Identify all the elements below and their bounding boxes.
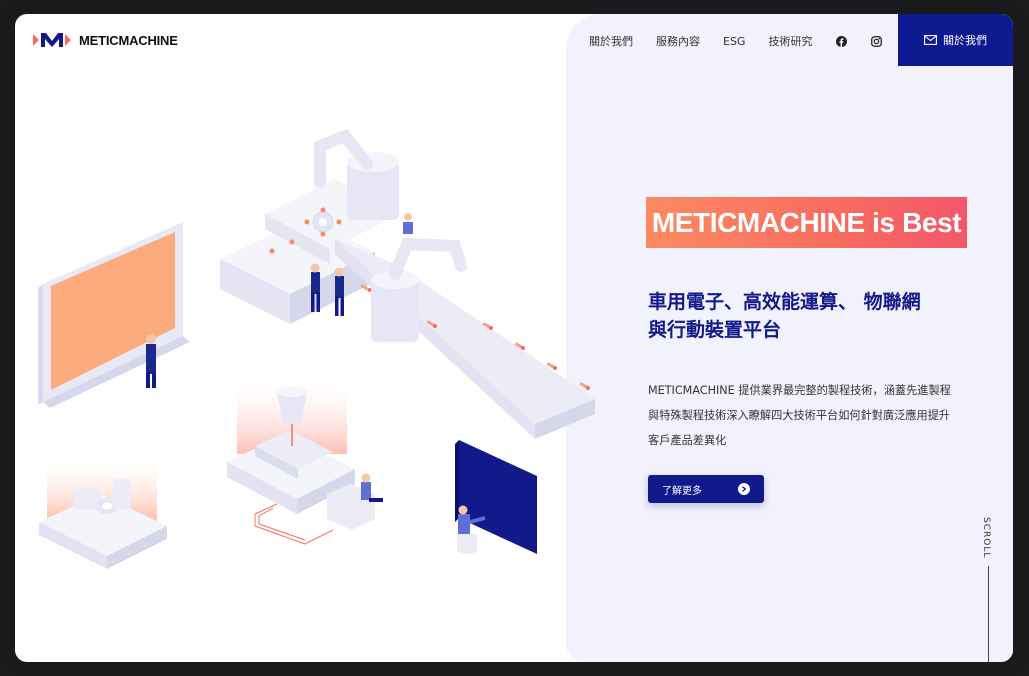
scroll-indicator-label: SCROLL [981,517,991,559]
mail-icon [924,35,937,45]
scroll-indicator-line [988,566,989,662]
main-nav: 關於我們 服務內容 ESG 技術研究 [589,33,905,49]
contact-button[interactable]: 關於我們 [898,14,1013,66]
brand-logo[interactable]: METICMACHINE [33,31,178,49]
learn-more-button[interactable]: 了解更多 [648,475,764,503]
hero-description-line3: 客戶產品差異化 [648,434,727,447]
logo-mark-icon [33,33,71,47]
hero-headline-line1: 車用電子、高效能運算、 物聯網 [648,291,921,313]
facebook-icon[interactable] [835,35,847,47]
factory-illustration [38,128,595,569]
nav-item-esg[interactable]: ESG [723,35,745,48]
hero-headline-line2: 與行動裝置平台 [648,319,782,341]
hero-description: METICMACHINE 提供業界最完整的製程技術，涵蓋先進製程 與特殊製程技術… [648,378,972,453]
hero-highlight-text: METICMACHINE is Best [651,206,962,238]
nav-item-services[interactable]: 服務內容 [656,33,700,49]
brand-name: METICMACHINE [79,32,178,48]
hero-description-line1: METICMACHINE 提供業界最完整的製程技術，涵蓋先進製程 [648,384,951,397]
hero-headline: 車用電子、高效能運算、 物聯網 與行動裝置平台 [648,288,978,344]
nav-item-research[interactable]: 技術研究 [768,33,812,49]
hero-description-line2: 與特殊製程技術深入瞭解四大技術平台如何針對廣泛應用提升 [648,409,951,422]
learn-more-label: 了解更多 [662,485,702,497]
arrow-right-icon [738,483,750,495]
screen: METICMACHINE 關於我們 服務內容 ESG 技術研究 關於我們 MET… [15,14,1013,662]
hero-highlight: METICMACHINE is Best [646,197,967,248]
nav-item-about[interactable]: 關於我們 [589,33,633,49]
instagram-icon[interactable] [870,35,882,47]
device-frame: METICMACHINE 關於我們 服務內容 ESG 技術研究 關於我們 MET… [0,0,1029,676]
contact-button-label: 關於我們 [943,34,987,47]
